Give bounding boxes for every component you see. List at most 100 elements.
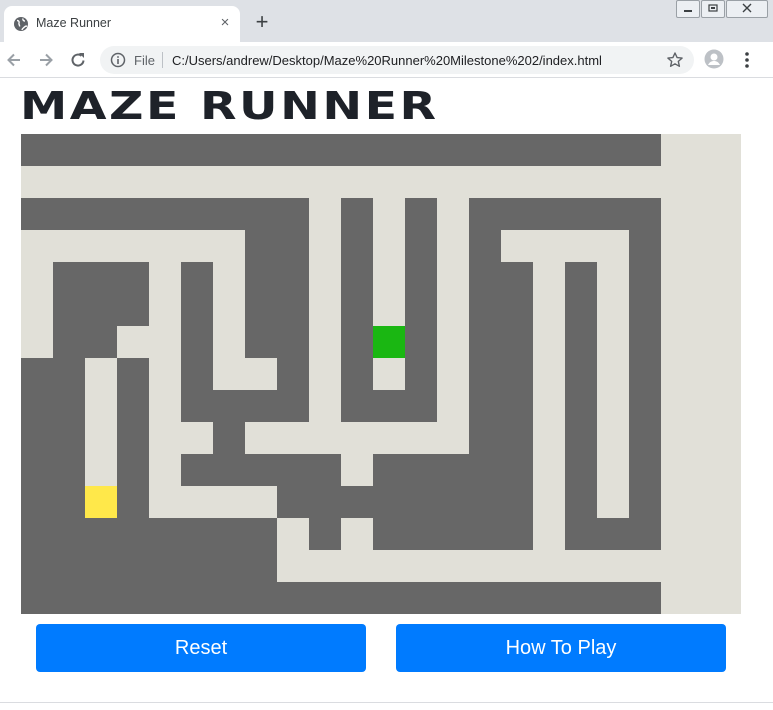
maze-wall — [245, 262, 277, 294]
maze-wall — [341, 198, 373, 230]
maze-wall — [405, 198, 437, 230]
maze-wall — [469, 486, 501, 518]
maze-wall — [501, 422, 533, 454]
tab-title: Maze Runner — [36, 16, 112, 30]
maze-wall — [277, 134, 309, 166]
maze-wall — [245, 582, 277, 614]
menu-dots-icon[interactable] — [738, 50, 756, 70]
window-close-icon[interactable] — [726, 0, 768, 18]
star-icon[interactable] — [666, 51, 684, 69]
url-text[interactable]: C:/Users/andrew/Desktop/Maze%20Runner%20… — [172, 53, 602, 68]
maze-board[interactable] — [21, 134, 741, 614]
maze-wall — [181, 518, 213, 550]
maze-wall — [117, 390, 149, 422]
maze-wall — [373, 582, 405, 614]
maze-wall — [213, 134, 245, 166]
maze-wall — [213, 422, 245, 454]
maze-wall — [181, 550, 213, 582]
maze-wall — [469, 582, 501, 614]
globe-icon — [14, 17, 28, 31]
maze-wall — [149, 198, 181, 230]
maze-wall — [213, 390, 245, 422]
maze-wall — [53, 326, 85, 358]
maze-wall — [21, 358, 53, 390]
maze-wall — [501, 262, 533, 294]
maze-wall — [309, 486, 341, 518]
maze-wall — [533, 134, 565, 166]
maze-wall — [629, 390, 661, 422]
maze-wall — [117, 454, 149, 486]
maze-wall — [629, 230, 661, 262]
forward-arrow-icon[interactable] — [36, 50, 56, 70]
maze-wall — [501, 454, 533, 486]
maze-wall — [53, 550, 85, 582]
back-arrow-icon[interactable] — [4, 50, 24, 70]
maze-wall — [629, 422, 661, 454]
how-to-play-button[interactable]: How To Play — [396, 624, 726, 672]
maze-wall — [405, 486, 437, 518]
goal-marker — [85, 486, 117, 518]
close-icon[interactable]: × — [218, 15, 232, 30]
maze-wall — [373, 454, 405, 486]
maze-wall — [341, 358, 373, 390]
maze-wall — [181, 326, 213, 358]
maze-wall — [597, 582, 629, 614]
maze-wall — [85, 550, 117, 582]
avatar-icon[interactable] — [704, 49, 724, 69]
maze-wall — [21, 486, 53, 518]
maze-wall — [341, 262, 373, 294]
maze-wall — [565, 134, 597, 166]
maze-wall — [469, 230, 501, 262]
scheme-label: File — [134, 53, 155, 68]
maze-wall — [117, 486, 149, 518]
maze-wall — [117, 134, 149, 166]
maze-wall — [469, 454, 501, 486]
maze-wall — [149, 518, 181, 550]
maze-wall — [149, 550, 181, 582]
maze-wall — [565, 454, 597, 486]
maze-wall — [277, 294, 309, 326]
maze-wall — [277, 358, 309, 390]
maze-wall — [501, 390, 533, 422]
maze-wall — [53, 486, 85, 518]
maze-wall — [309, 454, 341, 486]
maze-wall — [21, 550, 53, 582]
maze-wall — [117, 198, 149, 230]
maze-wall — [85, 294, 117, 326]
maze-wall — [565, 358, 597, 390]
maze-wall — [405, 230, 437, 262]
maze-wall — [245, 134, 277, 166]
maze-wall — [469, 518, 501, 550]
maze-wall — [437, 454, 469, 486]
address-bar[interactable]: File C:/Users/andrew/Desktop/Maze%20Runn… — [100, 46, 694, 74]
maze-wall — [629, 262, 661, 294]
minimize-icon[interactable] — [676, 0, 700, 18]
maze-wall — [245, 198, 277, 230]
maze-wall — [469, 422, 501, 454]
maze-wall — [277, 582, 309, 614]
browser-tab-strip: Maze Runner × + — [0, 0, 773, 42]
maze-wall — [117, 582, 149, 614]
maze-wall — [629, 294, 661, 326]
restore-icon[interactable] — [701, 0, 725, 18]
browser-tab[interactable]: Maze Runner × — [4, 6, 240, 42]
maze-wall — [309, 518, 341, 550]
maze-wall — [501, 486, 533, 518]
maze-wall — [53, 294, 85, 326]
maze-wall — [245, 518, 277, 550]
maze-wall — [341, 230, 373, 262]
maze-wall — [21, 422, 53, 454]
info-icon[interactable] — [110, 52, 126, 68]
maze-wall — [629, 582, 661, 614]
maze-wall — [373, 390, 405, 422]
reset-button[interactable]: Reset — [36, 624, 366, 672]
maze-wall — [469, 358, 501, 390]
maze-wall — [53, 422, 85, 454]
reload-icon[interactable] — [68, 50, 88, 70]
maze-wall — [469, 294, 501, 326]
maze-wall — [501, 326, 533, 358]
plus-icon[interactable]: + — [252, 11, 272, 33]
maze-wall — [85, 518, 117, 550]
maze-wall — [373, 486, 405, 518]
maze-wall — [565, 294, 597, 326]
